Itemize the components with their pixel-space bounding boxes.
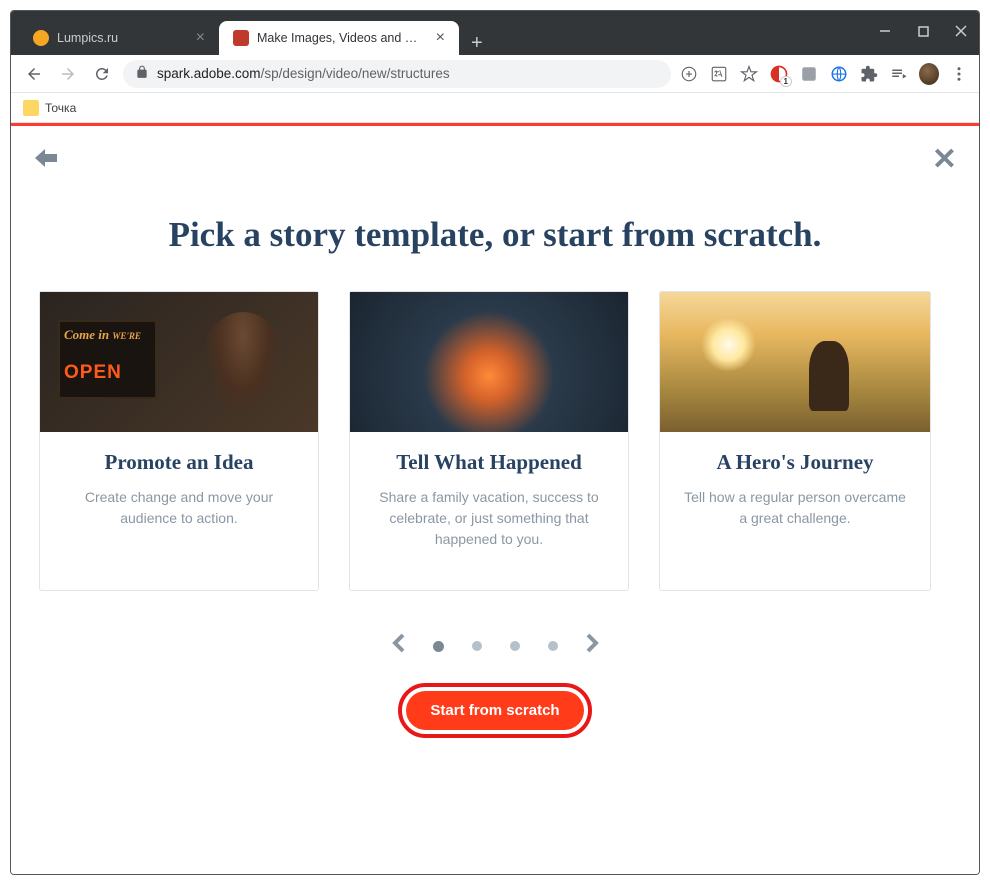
bookmarks-bar: Точка: [11, 93, 979, 123]
tab-title: Make Images, Videos and Web S: [257, 31, 428, 45]
translate-icon[interactable]: [709, 64, 729, 84]
card-image: [350, 292, 628, 432]
address-bar[interactable]: spark.adobe.com/sp/design/video/new/stru…: [123, 60, 671, 88]
start-from-scratch-button[interactable]: Start from scratch: [406, 691, 583, 730]
reload-button[interactable]: [89, 61, 115, 87]
card-image: Come in WE'RE OPEN: [40, 292, 318, 432]
badge-count: 1: [780, 76, 792, 87]
back-button[interactable]: [21, 61, 47, 87]
pager-dot-1[interactable]: [433, 641, 444, 652]
browser-window: Lumpics.ru × Make Images, Videos and Web…: [10, 10, 980, 875]
extension-icons: 1: [679, 64, 969, 84]
pager-dot-4[interactable]: [548, 641, 558, 651]
card-desc: Share a family vacation, success to cele…: [370, 487, 608, 550]
window-controls: [875, 21, 971, 41]
card-body: Promote an Idea Create change and move y…: [40, 432, 318, 569]
forward-button[interactable]: [55, 61, 81, 87]
adblock-icon[interactable]: 1: [769, 64, 789, 84]
card-body: Tell What Happened Share a family vacati…: [350, 432, 628, 590]
url-text: spark.adobe.com/sp/design/video/new/stru…: [157, 66, 659, 81]
toolbar: spark.adobe.com/sp/design/video/new/stru…: [11, 55, 979, 93]
lock-icon: [135, 65, 149, 82]
globe-icon[interactable]: [829, 64, 849, 84]
close-window-icon[interactable]: [951, 21, 971, 41]
extension-square-icon[interactable]: [799, 64, 819, 84]
zoom-icon[interactable]: [679, 64, 699, 84]
card-desc: Create change and move your audience to …: [60, 487, 298, 529]
pager-dot-3[interactable]: [510, 641, 520, 651]
titlebar: Lumpics.ru × Make Images, Videos and Web…: [11, 11, 979, 55]
page-title: Pick a story template, or start from scr…: [11, 215, 979, 255]
maximize-icon[interactable]: [913, 21, 933, 41]
extensions-puzzle-icon[interactable]: [859, 64, 879, 84]
pager-next-icon[interactable]: [586, 633, 600, 659]
page-close-icon[interactable]: ✕: [932, 142, 957, 177]
template-cards: Come in WE'RE OPEN Promote an Idea Creat…: [11, 291, 979, 591]
tab-title: Lumpics.ru: [57, 31, 188, 45]
bookmark-tochka[interactable]: Точка: [23, 100, 76, 116]
tab-spark[interactable]: Make Images, Videos and Web S ×: [219, 21, 459, 55]
card-body: A Hero's Journey Tell how a regular pers…: [660, 432, 930, 569]
avatar[interactable]: [919, 64, 939, 84]
card-title: Promote an Idea: [60, 450, 298, 475]
cta-highlight: Start from scratch: [398, 683, 591, 738]
tab-lumpics[interactable]: Lumpics.ru ×: [19, 21, 219, 55]
new-tab-button[interactable]: +: [459, 32, 495, 55]
close-icon[interactable]: ×: [436, 29, 445, 47]
playlist-icon[interactable]: [889, 64, 909, 84]
folder-icon: [23, 100, 39, 116]
star-icon[interactable]: [739, 64, 759, 84]
favicon-lumpics: [33, 30, 49, 46]
card-promote-idea[interactable]: Come in WE'RE OPEN Promote an Idea Creat…: [39, 291, 319, 591]
close-icon[interactable]: ×: [196, 29, 205, 47]
card-heros-journey[interactable]: A Hero's Journey Tell how a regular pers…: [659, 291, 931, 591]
pager-prev-icon[interactable]: [391, 633, 405, 659]
sign-open: OPEN: [64, 362, 122, 384]
minimize-icon[interactable]: [875, 21, 895, 41]
pager-dot-2[interactable]: [472, 641, 482, 651]
tab-strip: Lumpics.ru × Make Images, Videos and Web…: [19, 11, 495, 55]
menu-icon[interactable]: [949, 64, 969, 84]
card-desc: Tell how a regular person overcame a gre…: [680, 487, 910, 529]
bookmark-label: Точка: [45, 101, 76, 115]
sign-text: Come in WE'RE: [64, 328, 141, 342]
cta-wrap: Start from scratch: [11, 683, 979, 738]
card-image: [660, 292, 930, 432]
page-content: ✕ Pick a story template, or start from s…: [11, 123, 979, 874]
card-title: A Hero's Journey: [680, 450, 910, 475]
card-tell-what-happened[interactable]: Tell What Happened Share a family vacati…: [349, 291, 629, 591]
carousel-pager: [11, 633, 979, 659]
page-header: ✕: [11, 126, 979, 177]
favicon-spark: [233, 30, 249, 46]
card-title: Tell What Happened: [370, 450, 608, 475]
page-back-arrow-icon[interactable]: [33, 144, 59, 176]
